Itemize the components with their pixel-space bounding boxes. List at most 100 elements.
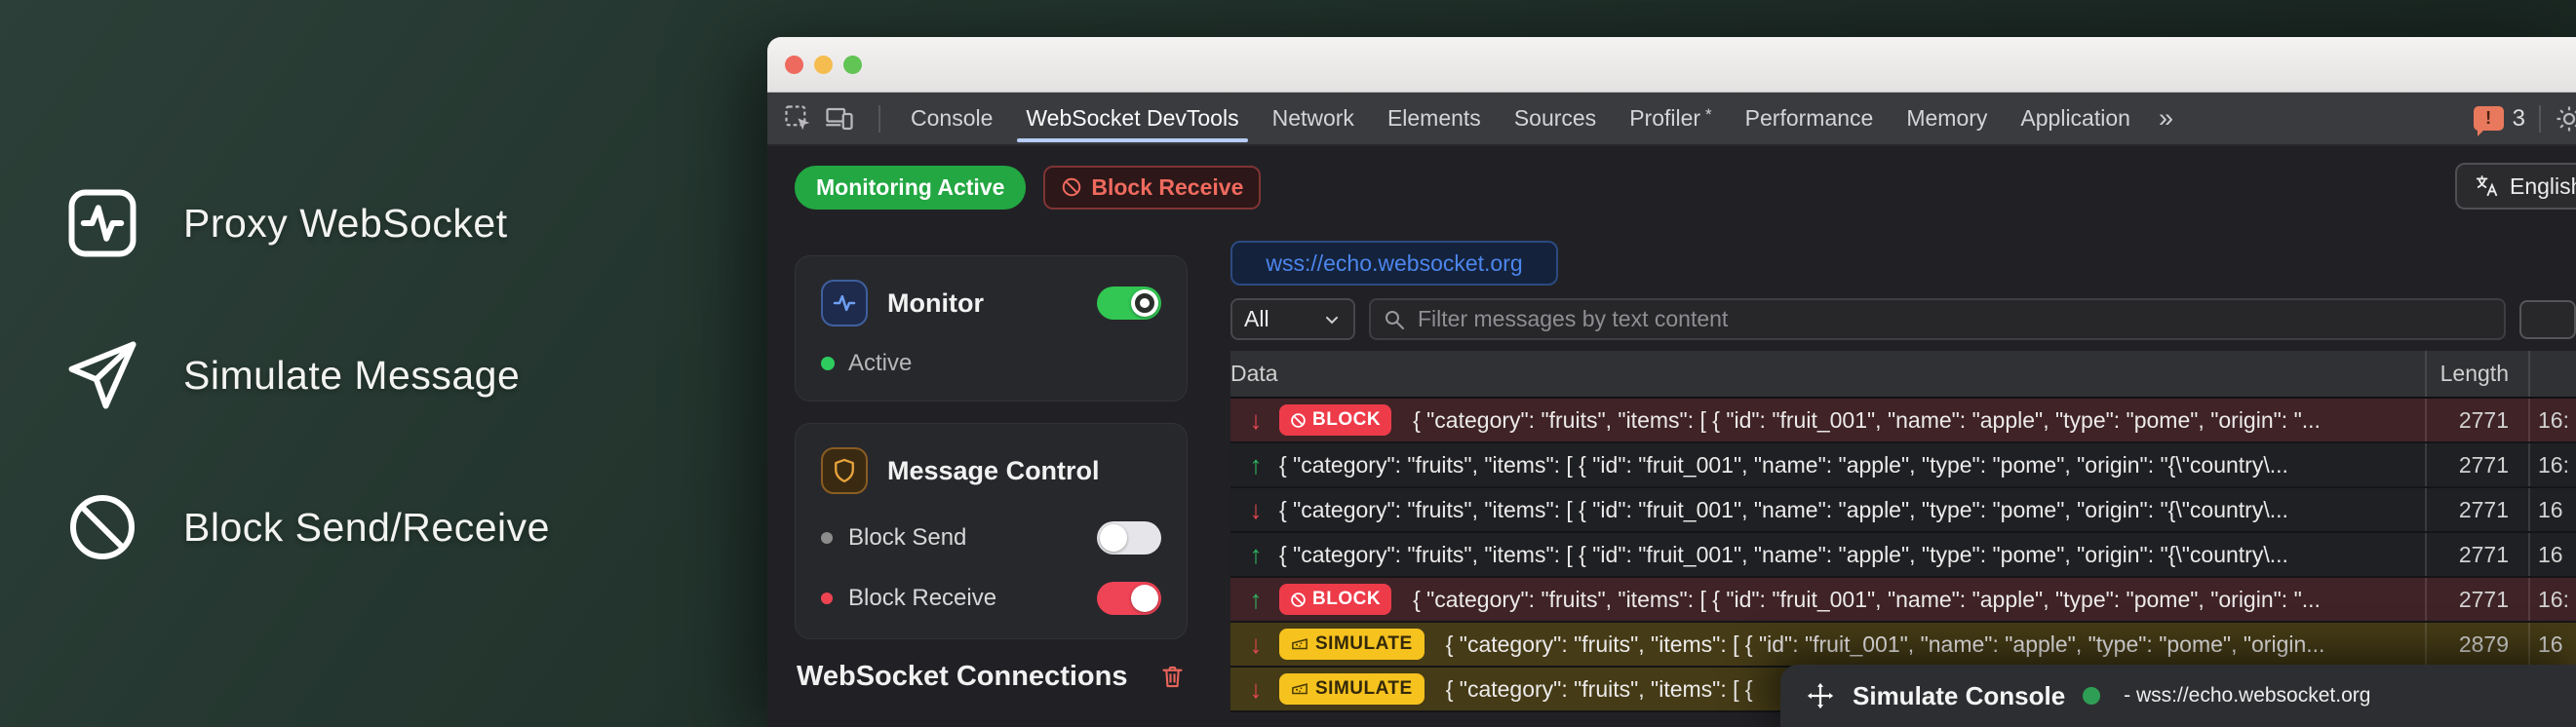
- feature-panel: Proxy WebSocket Simulate Message Block S…: [60, 181, 550, 569]
- block-receive-label: Block Receive: [848, 585, 1081, 612]
- simulate-console-title: Simulate Console: [1853, 681, 2065, 711]
- monitor-card-title: Monitor: [887, 288, 1097, 319]
- close-window-button[interactable]: [785, 56, 803, 74]
- messages-pane: wss://echo.websocket.org All: [1211, 228, 2576, 727]
- message-length: 2879: [2425, 623, 2528, 666]
- tab-sources[interactable]: Sources: [1498, 93, 1613, 144]
- monitor-status: Active: [821, 350, 1161, 377]
- block-send-row: Block Send: [821, 521, 1161, 555]
- tabbar-right-cluster: ! 3: [2474, 104, 2576, 134]
- message-time: 16:: [2528, 399, 2576, 441]
- messages-table: Data Length ↓ BLOCK { "category": "fruit…: [1230, 351, 2576, 712]
- tab-websocket-devtools[interactable]: WebSocket DevTools: [1009, 93, 1255, 144]
- status-dot-icon: [821, 532, 833, 544]
- language-button[interactable]: English: [2455, 163, 2576, 210]
- simulate-badge: SIMULATE: [1279, 673, 1425, 705]
- ban-icon: [1290, 412, 1307, 429]
- message-data: { "category": "fruits", "items": [ { "id…: [1269, 497, 2425, 523]
- message-control-card: Message Control Block Send Block Receive: [795, 423, 1188, 639]
- profiler-marker-icon: *: [1705, 105, 1712, 125]
- status-dot-icon: [821, 593, 833, 604]
- block-send-label: Block Send: [848, 524, 1081, 552]
- feature-label: Block Send/Receive: [183, 505, 550, 551]
- table-header: Data Length: [1230, 351, 2576, 399]
- table-row[interactable]: ↑ { "category": "fruits", "items": [ { "…: [1230, 533, 2576, 578]
- chevron-down-icon: [1322, 310, 1342, 329]
- table-row[interactable]: ↑ { "category": "fruits", "items": [ { "…: [1230, 443, 2576, 488]
- tab-application[interactable]: Application: [2004, 93, 2147, 144]
- tab-profiler[interactable]: Profiler *: [1613, 93, 1728, 144]
- tab-memory[interactable]: Memory: [1890, 93, 2004, 144]
- tab-console[interactable]: Console: [894, 93, 1009, 144]
- message-data: { "category": "fruits", "items": [ { "id…: [1269, 452, 2425, 478]
- message-time: 16:: [2528, 443, 2576, 486]
- cheese-icon: [1291, 635, 1308, 653]
- table-row[interactable]: ↑ BLOCK { "category": "fruits", "items":…: [1230, 578, 2576, 623]
- message-time: 16: [2528, 488, 2576, 531]
- message-length: 2771: [2425, 578, 2528, 621]
- tab-performance[interactable]: Performance: [1729, 93, 1891, 144]
- message-time: 16: [2528, 623, 2576, 666]
- connections-heading: WebSocket Connections: [797, 661, 1159, 693]
- receive-arrow-icon: ↓: [1242, 630, 1269, 660]
- cheese-icon: [1291, 680, 1308, 698]
- block-send-toggle[interactable]: [1097, 521, 1161, 555]
- block-receive-row: Block Receive: [821, 582, 1161, 615]
- ban-icon: [1061, 176, 1082, 198]
- message-data: { "category": "fruits", "items": [ { "id…: [1405, 407, 2425, 434]
- message-control-card-title: Message Control: [887, 456, 1161, 486]
- block-receive-badge-label: Block Receive: [1091, 174, 1243, 201]
- device-toolbar-icon[interactable]: [824, 103, 855, 134]
- message-type-select[interactable]: All: [1230, 298, 1355, 340]
- language-button-label: English: [2510, 173, 2576, 200]
- feature-proxy-websocket: Proxy WebSocket: [60, 181, 550, 265]
- connections-header: WebSocket Connections: [795, 661, 1188, 693]
- issues-bubble-icon[interactable]: !: [2474, 106, 2504, 131]
- zoom-window-button[interactable]: [843, 56, 862, 74]
- clear-connections-button[interactable]: [1159, 664, 1186, 690]
- simulate-badge: SIMULATE: [1279, 629, 1425, 660]
- search-icon: [1383, 308, 1406, 331]
- receive-arrow-icon: ↓: [1242, 674, 1269, 705]
- move-icon[interactable]: [1806, 681, 1835, 710]
- connection-status-dot-icon: [2083, 687, 2100, 705]
- ban-icon: [60, 485, 144, 569]
- trash-icon: [1159, 664, 1186, 690]
- settings-gear-icon[interactable]: [2555, 104, 2576, 134]
- search-input[interactable]: [1416, 305, 2492, 333]
- translate-icon: [2475, 173, 2500, 199]
- feature-simulate-message: Simulate Message: [60, 333, 550, 417]
- block-badge: BLOCK: [1279, 584, 1391, 615]
- monitoring-active-badge: Monitoring Active: [795, 166, 1026, 210]
- tab-elements[interactable]: Elements: [1371, 93, 1498, 144]
- table-row[interactable]: ↓ BLOCK { "category": "fruits", "items":…: [1230, 399, 2576, 443]
- edge-button[interactable]: [2519, 300, 2576, 339]
- block-receive-toggle[interactable]: [1097, 582, 1161, 615]
- simulate-console-panel[interactable]: Simulate Console - wss://echo.websocket.…: [1780, 665, 2576, 727]
- shield-icon: [821, 447, 868, 494]
- message-type-select-value: All: [1244, 306, 1322, 332]
- simulate-console-url: - wss://echo.websocket.org: [2124, 684, 2370, 708]
- filter-row: All: [1230, 298, 2576, 340]
- sidebar: Monitor Active: [767, 228, 1211, 727]
- send-icon: [60, 333, 144, 417]
- feature-block-send-receive: Block Send/Receive: [60, 485, 550, 569]
- message-time: 16: [2528, 533, 2576, 576]
- message-data: { "category": "fruits", "items": [ { "id…: [1438, 631, 2425, 658]
- more-tabs-chevron-icon[interactable]: »: [2147, 93, 2185, 144]
- message-time: 16:: [2528, 578, 2576, 621]
- tab-profiler-label: Profiler: [1629, 105, 1700, 132]
- message-length: 2771: [2425, 443, 2528, 486]
- receive-arrow-icon: ↓: [1242, 495, 1269, 525]
- message-length: 2771: [2425, 488, 2528, 531]
- tab-network[interactable]: Network: [1256, 93, 1371, 144]
- monitor-toggle[interactable]: [1097, 287, 1161, 320]
- table-row[interactable]: ↓ { "category": "fruits", "items": [ { "…: [1230, 488, 2576, 533]
- minimize-window-button[interactable]: [814, 56, 833, 74]
- column-data: Data: [1230, 361, 2425, 387]
- send-arrow-icon: ↑: [1242, 585, 1269, 615]
- table-row[interactable]: ↓ SIMULATE { "category": "fruits", "item…: [1230, 623, 2576, 668]
- message-length: 2771: [2425, 399, 2528, 441]
- inspect-element-icon[interactable]: [783, 103, 814, 134]
- connection-url-tab[interactable]: wss://echo.websocket.org: [1230, 241, 1558, 286]
